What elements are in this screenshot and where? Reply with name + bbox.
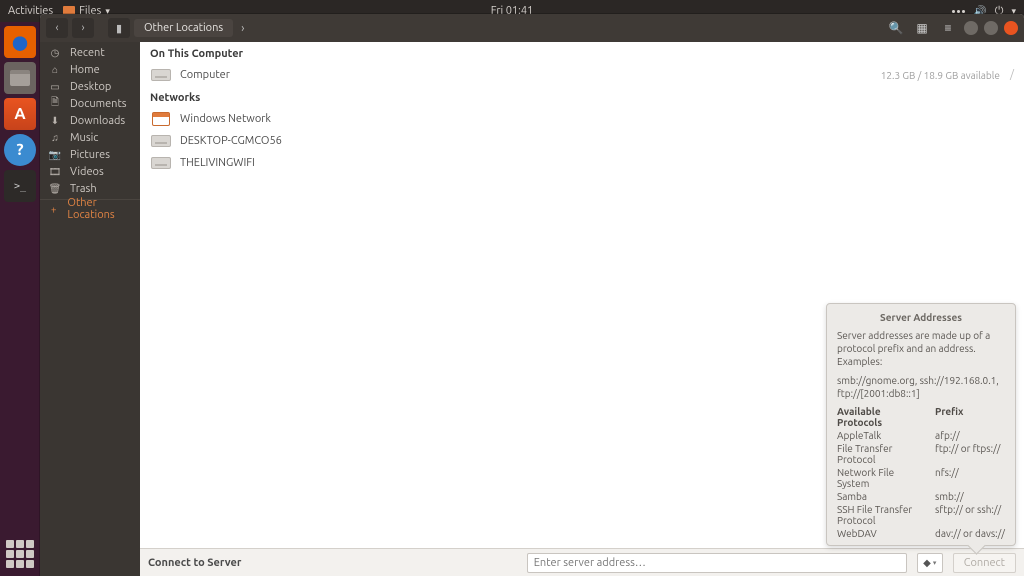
nav-back-button[interactable]: ‹ (46, 18, 68, 38)
location-row-network-host[interactable]: THELIVINGWIFI (140, 152, 1024, 174)
protocol-table: Available Protocols Prefix AppleTalkafp:… (837, 406, 1005, 539)
music-icon: ♫ (48, 132, 62, 144)
sidebar-item-other-locations[interactable]: +Other Locations (40, 199, 140, 216)
desktop-icon: ▭ (48, 81, 62, 93)
sidebar-item-home[interactable]: ⌂Home (40, 61, 140, 78)
main-view: On This Computer Computer 12.3 GB / 18.9… (140, 42, 1024, 576)
location-row-computer[interactable]: Computer 12.3 GB / 18.9 GB available / (140, 64, 1024, 86)
location-row-windows-network[interactable]: Windows Network (140, 108, 1024, 130)
window-minimize-button[interactable] (964, 21, 978, 35)
window-maximize-button[interactable] (984, 21, 998, 35)
sidebar-item-pictures[interactable]: 📷Pictures (40, 146, 140, 163)
server-icon (150, 132, 172, 150)
sidebar-item-downloads[interactable]: ⬇Downloads (40, 112, 140, 129)
download-icon: ⬇ (48, 115, 62, 127)
popover-examples: smb://gnome.org, ssh://192.168.0.1, ftp:… (837, 374, 1005, 400)
trash-icon: 🗑 (48, 183, 62, 195)
help-icon: ◆ (923, 557, 931, 569)
server-icon (150, 154, 172, 172)
places-sidebar: ◷Recent ⌂Home ▭Desktop 🗎Documents ⬇Downl… (40, 42, 140, 576)
dock-app-software[interactable]: A (4, 98, 36, 130)
show-applications-button[interactable] (6, 540, 34, 568)
mount-path: / (1010, 69, 1014, 81)
drive-icon (150, 66, 172, 84)
search-button[interactable]: 🔍 (886, 18, 906, 38)
disk-usage: 12.3 GB / 18.9 GB available (881, 70, 1000, 81)
connect-to-server-bar: Connect to Server ◆▾ Connect (140, 548, 1024, 576)
view-grid-button[interactable]: ▦ (912, 18, 932, 38)
address-hint-button[interactable]: ◆▾ (917, 553, 943, 573)
popover-title: Server Addresses (837, 312, 1005, 323)
camera-icon: 📷 (48, 149, 62, 161)
sidebar-item-music[interactable]: ♫Music (40, 129, 140, 146)
server-address-input[interactable] (527, 553, 907, 573)
connect-label: Connect to Server (148, 557, 241, 569)
clock-icon: ◷ (48, 47, 62, 59)
plus-icon: + (48, 204, 59, 215)
hamburger-menu-button[interactable]: ≡ (938, 18, 958, 38)
sidebar-item-documents[interactable]: 🗎Documents (40, 95, 140, 112)
dock: A ? >_ (0, 22, 40, 576)
chevron-down-icon: ▾ (933, 559, 937, 567)
home-icon: ⌂ (48, 64, 62, 76)
connect-button[interactable]: Connect (953, 553, 1016, 573)
sidebar-item-desktop[interactable]: ▭Desktop (40, 78, 140, 95)
dock-app-terminal[interactable]: >_ (4, 170, 36, 202)
nav-forward-button[interactable]: › (72, 18, 94, 38)
path-bar-toggle[interactable]: ▮ (108, 18, 130, 38)
network-icon[interactable] (952, 10, 965, 13)
popover-description: Server addresses are made up of a protoc… (837, 329, 1005, 368)
location-row-network-host[interactable]: DESKTOP-CGMCO56 (140, 130, 1024, 152)
sidebar-item-videos[interactable]: 🎞Videos (40, 163, 140, 180)
chevron-right-icon: › (241, 22, 244, 35)
folder-icon: 🗎 (48, 95, 62, 112)
network-folder-icon (150, 110, 172, 128)
sidebar-item-trash[interactable]: 🗑Trash (40, 180, 140, 197)
dock-app-help[interactable]: ? (4, 134, 36, 166)
section-networks: Networks (140, 86, 1024, 108)
window-close-button[interactable] (1004, 21, 1018, 35)
video-icon: 🎞 (48, 166, 62, 178)
server-address-help-popover: Server Addresses Server addresses are ma… (826, 303, 1016, 546)
path-segment[interactable]: Other Locations (134, 19, 233, 37)
sidebar-item-recent[interactable]: ◷Recent (40, 44, 140, 61)
section-on-this-computer: On This Computer (140, 42, 1024, 64)
dock-app-files[interactable] (4, 62, 36, 94)
dock-app-firefox[interactable] (4, 26, 36, 58)
header-bar: ‹ › ▮ Other Locations › 🔍 ▦ ≡ (40, 14, 1024, 42)
files-window: ‹ › ▮ Other Locations › 🔍 ▦ ≡ ◷Recent ⌂H… (40, 14, 1024, 576)
